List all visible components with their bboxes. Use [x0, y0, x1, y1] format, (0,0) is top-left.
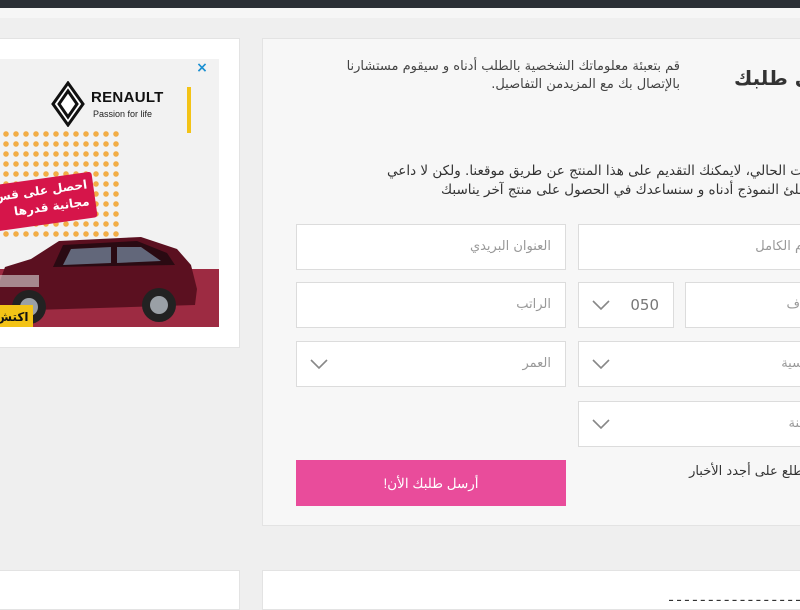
nationality-placeholder: سية [781, 356, 800, 371]
ad-cta-button[interactable]: اكتش [0, 305, 33, 327]
full-name-placeholder: م الكامل [755, 239, 800, 254]
phone-code-value: 050 [630, 296, 659, 314]
ad-banner[interactable]: RENAULT Passion for life احصل على قس مجا… [0, 59, 219, 327]
chevron-down-icon [310, 359, 328, 370]
email-placeholder: العنوان البريدي [469, 239, 551, 254]
salary-field[interactable]: الراتب [296, 282, 566, 328]
ad-close-icon[interactable]: × [195, 61, 209, 75]
full-name-field[interactable]: م الكامل [578, 224, 800, 270]
phone-field[interactable]: ف [685, 282, 800, 328]
chevron-down-icon [592, 300, 610, 311]
ad-tagline: Passion for life [93, 109, 153, 119]
age-select[interactable]: العمر [296, 341, 566, 387]
newsletter-line-1: ي مطلع على أجدد الأخبار [689, 464, 800, 479]
bottom-card-partial-text: ـ ـ ـ ـ ـ ـ ـ ـ ـ ـ ـ ـ ـ ـ ـ ـ ـ [669, 590, 800, 604]
chevron-down-icon [592, 419, 610, 430]
chevron-down-icon [592, 359, 610, 370]
ad-accent-stripe [187, 87, 191, 133]
ad-brand-name: RENAULT [91, 89, 164, 106]
salary-placeholder: الراتب [516, 297, 551, 312]
renault-logo-icon [51, 81, 85, 127]
form-note: قت الحالي، لايمكنك التقديم على هذا المنت… [290, 162, 800, 200]
newsletter-optin-text[interactable]: ي مطلع على أجدد الأخبار . [585, 462, 800, 500]
bottom-card-left [0, 570, 240, 610]
form-description: قم بتعبئة معلوماتك الشخصية بالطلب أدناه … [346, 59, 680, 92]
age-placeholder: العمر [522, 356, 551, 371]
phone-placeholder: ف [786, 297, 800, 312]
top-navigation-bar [0, 0, 800, 8]
nationality-select[interactable]: سية [578, 341, 800, 387]
phone-code-select[interactable]: 050 [578, 282, 674, 328]
ad-card: RENAULT Passion for life احصل على قس مجا… [0, 38, 240, 348]
submit-request-button[interactable]: أرسل طلبك الأن! [296, 460, 566, 506]
city-placeholder: ينة [788, 416, 800, 431]
city-select[interactable]: ينة [578, 401, 800, 447]
top-spacer [0, 8, 800, 18]
newsletter-line-2: . [585, 481, 800, 500]
email-field[interactable]: العنوان البريدي [296, 224, 566, 270]
form-note-line-1: قت الحالي، لايمكنك التقديم على هذا المنت… [387, 163, 800, 179]
form-note-line-2: املئ النموذج أدناه و سنساعدك في الحصول ع… [441, 182, 800, 198]
form-title: ى طلبك [734, 66, 800, 90]
